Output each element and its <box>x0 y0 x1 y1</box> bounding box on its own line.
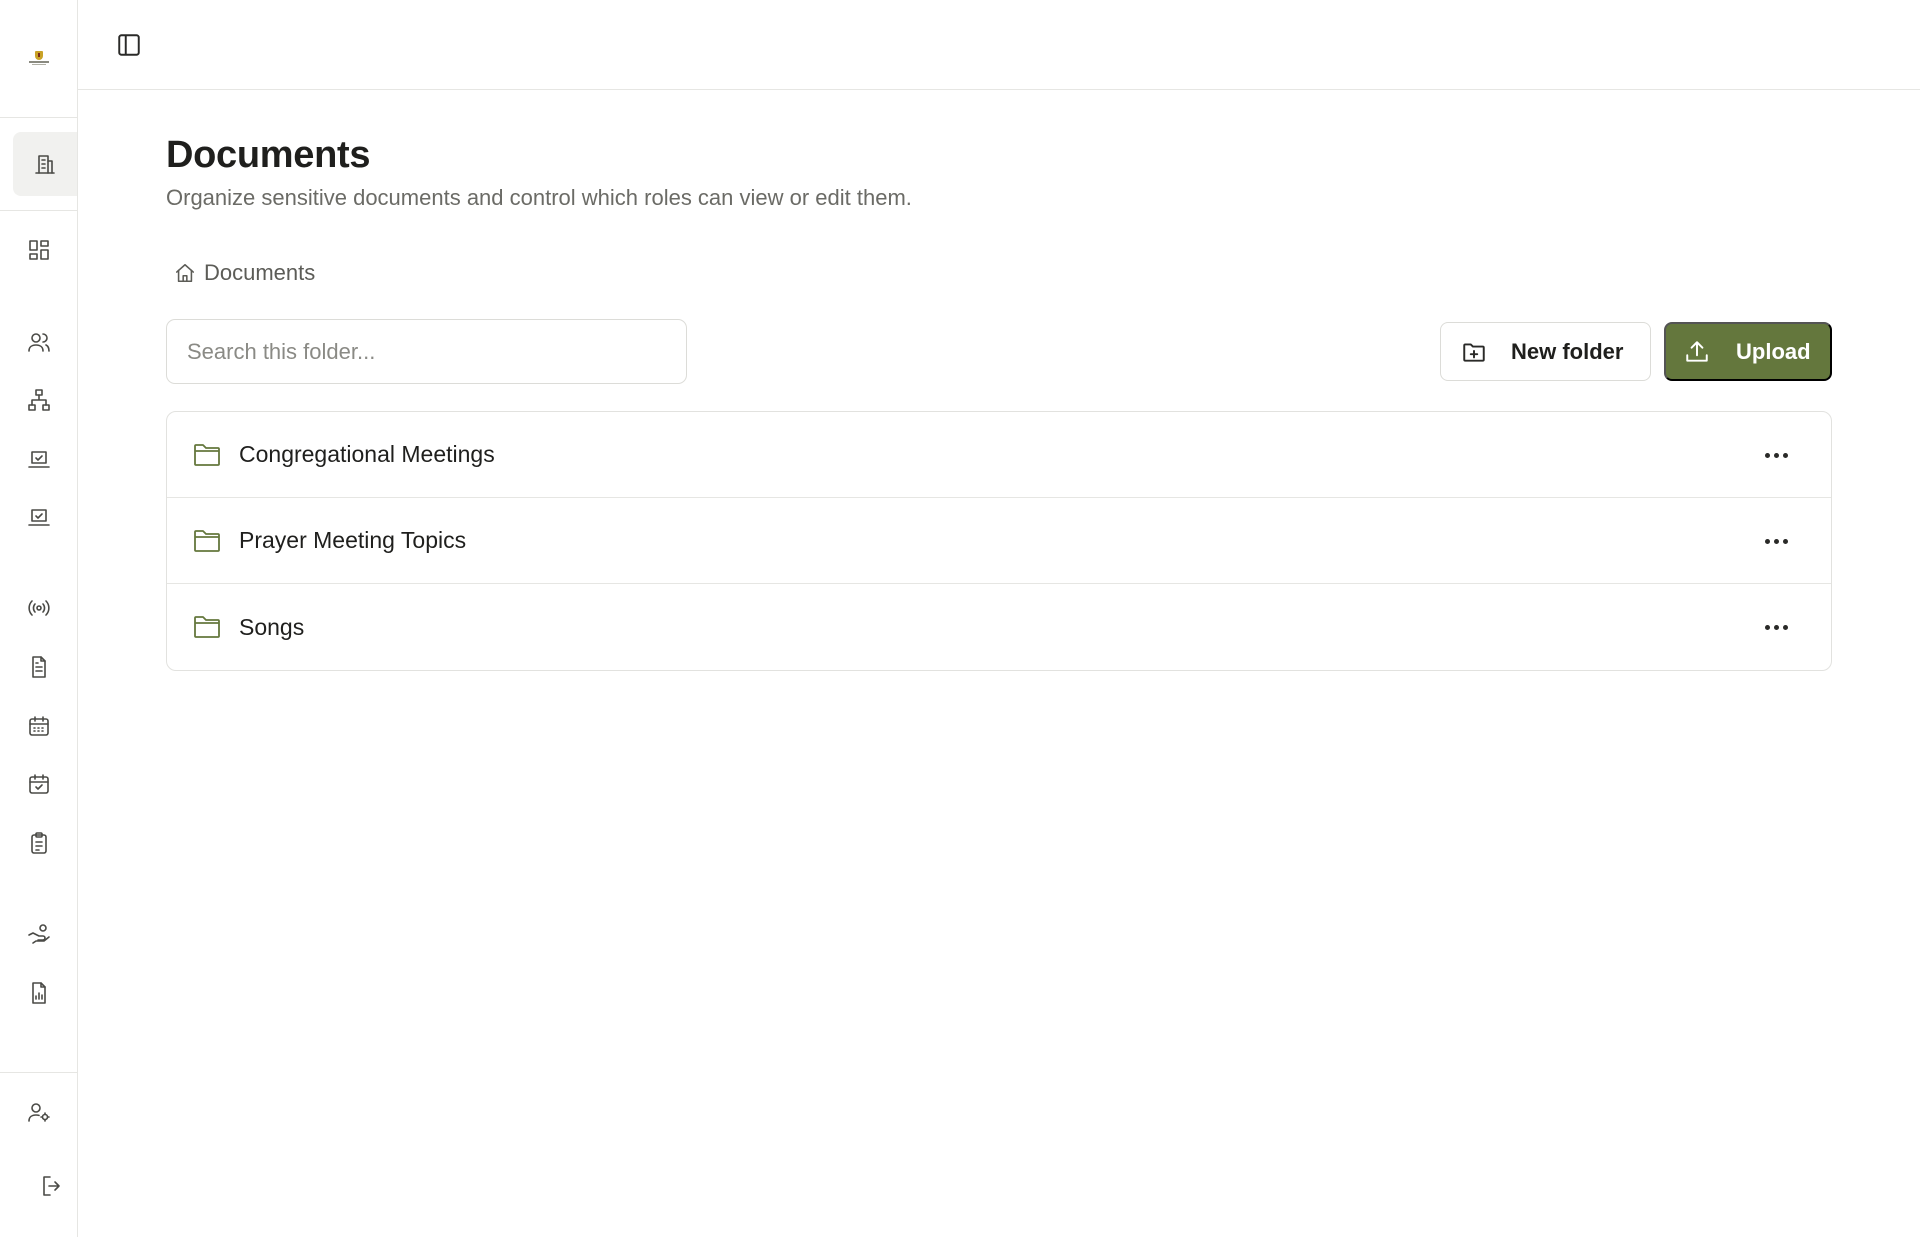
sidebar-item-events[interactable] <box>13 760 65 808</box>
sidebar-item-reports[interactable] <box>13 969 65 1017</box>
list-item[interactable]: Songs <box>167 584 1831 670</box>
folder-plus-icon <box>1463 342 1485 362</box>
calendar-icon <box>29 716 49 736</box>
new-folder-button[interactable]: New folder <box>1440 322 1651 381</box>
breadcrumb-item-documents[interactable]: Documents <box>204 260 315 286</box>
logout-button[interactable] <box>26 1162 78 1210</box>
sidebar-item-attendance[interactable] <box>13 435 65 483</box>
clipboard-icon <box>31 832 47 854</box>
sidebar-item-giving[interactable] <box>13 910 65 958</box>
sidebar-item-organization[interactable] <box>13 132 77 196</box>
calendar-check-icon <box>29 774 49 794</box>
breadcrumb: Documents <box>174 260 315 286</box>
document-icon <box>32 656 46 678</box>
folder-list: Congregational Meetings Prayer Meeting T… <box>166 411 1832 671</box>
page-title: Documents <box>166 134 371 176</box>
user-settings-icon <box>28 1103 50 1122</box>
more-actions-button[interactable] <box>1759 612 1793 642</box>
laptop-check-icon <box>28 509 50 526</box>
dashboard-icon <box>29 240 49 260</box>
sidebar-item-structure[interactable] <box>13 376 65 424</box>
hand-coins-icon <box>28 924 50 944</box>
sidebar-item-calendar[interactable] <box>13 702 65 750</box>
sidebar-item-documents[interactable] <box>13 643 65 691</box>
folder-name: Prayer Meeting Topics <box>239 527 467 553</box>
list-item[interactable]: Congregational Meetings <box>167 412 1831 498</box>
sidebar-item-account-settings[interactable] <box>13 1088 65 1136</box>
sidebar-item-tasks[interactable] <box>13 493 65 541</box>
sidebar-item-broadcast[interactable] <box>13 584 65 632</box>
folder-name: Songs <box>239 613 305 640</box>
upload-label: Upload <box>1736 338 1811 364</box>
sidebar-item-members[interactable] <box>13 318 65 366</box>
sidebar-toggle-button[interactable] <box>114 30 144 60</box>
users-icon <box>28 333 50 352</box>
search-input[interactable] <box>166 319 687 384</box>
building-icon <box>35 155 55 174</box>
folder-icon <box>193 442 221 468</box>
upload-button[interactable]: Upload <box>1664 322 1832 381</box>
hierarchy-icon <box>28 389 50 411</box>
page-subtitle: Organize sensitive documents and control… <box>166 185 912 210</box>
more-actions-button[interactable] <box>1759 440 1793 470</box>
sidebar-item-checklists[interactable] <box>13 819 65 867</box>
folder-icon <box>193 528 221 554</box>
more-actions-button[interactable] <box>1759 526 1793 556</box>
organization-logo[interactable] <box>26 49 52 69</box>
file-chart-icon <box>32 982 46 1004</box>
top-bar <box>78 0 1920 90</box>
list-item[interactable]: Prayer Meeting Topics <box>167 498 1831 584</box>
upload-icon <box>1686 340 1708 362</box>
logout-icon <box>43 1176 60 1196</box>
sidebar-toggle-icon <box>118 34 140 56</box>
logo-area <box>0 0 77 118</box>
folder-icon <box>193 614 221 640</box>
folder-name: Congregational Meetings <box>239 441 495 467</box>
sidebar-item-dashboard[interactable] <box>13 226 65 274</box>
home-icon <box>175 263 195 283</box>
sidebar <box>0 0 78 1237</box>
new-folder-label: New folder <box>1511 338 1624 364</box>
laptop-check-icon <box>28 451 50 468</box>
broadcast-icon <box>28 600 50 616</box>
